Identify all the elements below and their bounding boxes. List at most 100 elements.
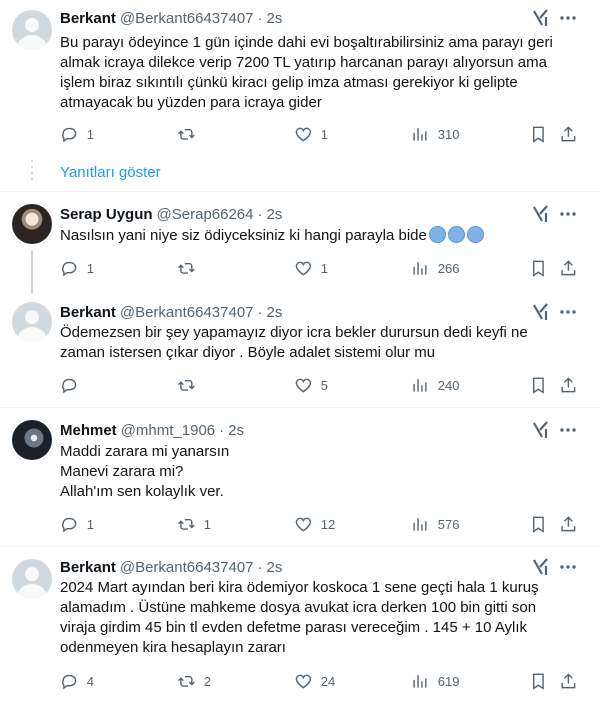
- avatar[interactable]: [12, 302, 52, 342]
- views-icon: [413, 517, 427, 531]
- tweet-1[interactable]: Serap Uygun @Serap66264 · 2s Nasılsın ya…: [0, 192, 600, 294]
- reply-button[interactable]: [60, 375, 87, 395]
- heart-icon: [295, 127, 312, 142]
- repost-icon: [178, 262, 195, 274]
- tweet-3[interactable]: Mehmet @mhmt_1906 · 2s Maddi zarara mi y…: [0, 408, 600, 546]
- more-icon[interactable]: [558, 302, 578, 322]
- grok-icon[interactable]: [531, 8, 551, 28]
- repost-icon: [178, 128, 195, 140]
- repost-button[interactable]: [177, 124, 204, 144]
- author-name[interactable]: Berkant: [60, 559, 116, 576]
- avatar[interactable]: [12, 559, 52, 599]
- thread-line: [31, 250, 33, 294]
- text-line: viraja girdim 45 bin tl evden defetme pa…: [60, 619, 528, 636]
- like-button[interactable]: 5: [294, 375, 328, 395]
- like-button[interactable]: 12: [294, 514, 335, 534]
- reply-button[interactable]: 4: [60, 671, 94, 691]
- like-count: 5: [320, 377, 328, 393]
- heart-icon: [295, 674, 312, 689]
- share-button[interactable]: [559, 514, 578, 534]
- share-icon: [561, 125, 576, 141]
- thread-connector: [31, 160, 33, 182]
- reply-icon: [62, 517, 77, 533]
- more-icon[interactable]: [558, 420, 578, 440]
- tweet-text: Nasılsın yani niye siz ödiyceksiniz ki h…: [60, 226, 580, 246]
- avatar[interactable]: [12, 204, 52, 244]
- timestamp[interactable]: 2s: [267, 10, 283, 27]
- share-icon: [561, 259, 576, 275]
- views-button[interactable]: 266: [411, 258, 459, 278]
- repost-count: 1: [203, 516, 211, 532]
- text-span: Nasılsın yani niye siz ödiyceksiniz ki h…: [60, 227, 427, 244]
- share-button[interactable]: [559, 375, 578, 395]
- bookmark-icon: [532, 377, 544, 394]
- author-handle[interactable]: @mhmt_1906: [121, 422, 215, 439]
- bookmark-button[interactable]: [529, 671, 548, 691]
- bookmark-button[interactable]: [529, 375, 548, 395]
- tweet-text: Ödemezsen bir şey yapamayız diyor icra b…: [60, 323, 580, 363]
- heart-icon: [295, 378, 312, 393]
- cold-face-emoji: [428, 226, 446, 243]
- heart-icon: [295, 517, 312, 532]
- separator-dot: ·: [257, 9, 263, 27]
- timestamp[interactable]: 2s: [267, 206, 283, 223]
- share-button[interactable]: [559, 124, 578, 144]
- like-button[interactable]: 1: [294, 124, 328, 144]
- grok-icon[interactable]: [531, 204, 551, 224]
- author-name[interactable]: Serap Uygun: [60, 206, 153, 223]
- avatar[interactable]: [12, 10, 52, 50]
- text-line: alamadım . Üstüne mahkeme dosya avukat i…: [60, 599, 537, 616]
- views-button[interactable]: 576: [411, 514, 459, 534]
- bookmark-button[interactable]: [529, 258, 548, 278]
- text-line: Allah'ım sen kolaylık ver.: [60, 483, 224, 500]
- like-count: 12: [320, 516, 336, 532]
- grok-icon[interactable]: [531, 557, 551, 577]
- like-button[interactable]: 1: [294, 258, 328, 278]
- timestamp[interactable]: 2s: [267, 559, 283, 576]
- grok-icon[interactable]: [531, 302, 551, 322]
- separator-dot: ·: [257, 558, 263, 576]
- like-button[interactable]: 24: [294, 671, 335, 691]
- author-name[interactable]: Mehmet: [60, 422, 117, 439]
- like-count: 1: [320, 260, 328, 276]
- tweet-header: Berkant @Berkant66437407 · 2s: [60, 302, 282, 322]
- views-button[interactable]: 619: [411, 671, 459, 691]
- reply-button[interactable]: 1: [60, 124, 94, 144]
- reply-icon: [62, 127, 77, 143]
- share-button[interactable]: [559, 671, 578, 691]
- share-button[interactable]: [559, 258, 578, 278]
- bookmark-button[interactable]: [529, 514, 548, 534]
- reply-button[interactable]: 1: [60, 514, 94, 534]
- avatar[interactable]: [12, 420, 52, 460]
- tweet-2[interactable]: Berkant @Berkant66437407 · 2s Ödemezsen …: [0, 294, 600, 408]
- repost-button[interactable]: [177, 258, 204, 278]
- views-button[interactable]: 310: [411, 124, 459, 144]
- timestamp[interactable]: 2s: [228, 422, 244, 439]
- more-icon[interactable]: [558, 204, 578, 224]
- repost-icon: [178, 518, 195, 530]
- like-count: 24: [320, 673, 336, 689]
- show-replies-link[interactable]: Yanıtları göster: [60, 164, 161, 181]
- author-name[interactable]: Berkant: [60, 10, 116, 27]
- views-button[interactable]: 240: [411, 375, 459, 395]
- reply-icon: [62, 261, 77, 277]
- author-handle[interactable]: @Berkant66437407: [120, 10, 254, 27]
- views-icon: [413, 378, 427, 392]
- more-icon[interactable]: [558, 557, 578, 577]
- repost-button[interactable]: [177, 375, 204, 395]
- text-line: Nasılsın yani niye siz ödiyceksiniz ki h…: [60, 226, 580, 246]
- more-icon[interactable]: [558, 8, 578, 28]
- author-handle[interactable]: @Berkant66437407: [120, 304, 254, 321]
- author-handle[interactable]: @Berkant66437407: [120, 559, 254, 576]
- timestamp[interactable]: 2s: [267, 304, 283, 321]
- tweet-4[interactable]: Berkant @Berkant66437407 · 2s 2024 Mart …: [0, 547, 600, 706]
- repost-button[interactable]: 2: [177, 671, 211, 691]
- author-handle[interactable]: @Serap66264: [157, 206, 254, 223]
- reply-button[interactable]: 1: [60, 258, 94, 278]
- author-name[interactable]: Berkant: [60, 304, 116, 321]
- tweet-text: Bu parayı ödeyince 1 gün içinde dahi evi…: [60, 33, 580, 113]
- reply-count: 1: [86, 126, 94, 142]
- grok-icon[interactable]: [531, 420, 551, 440]
- bookmark-button[interactable]: [529, 124, 548, 144]
- repost-button[interactable]: 1: [177, 514, 211, 534]
